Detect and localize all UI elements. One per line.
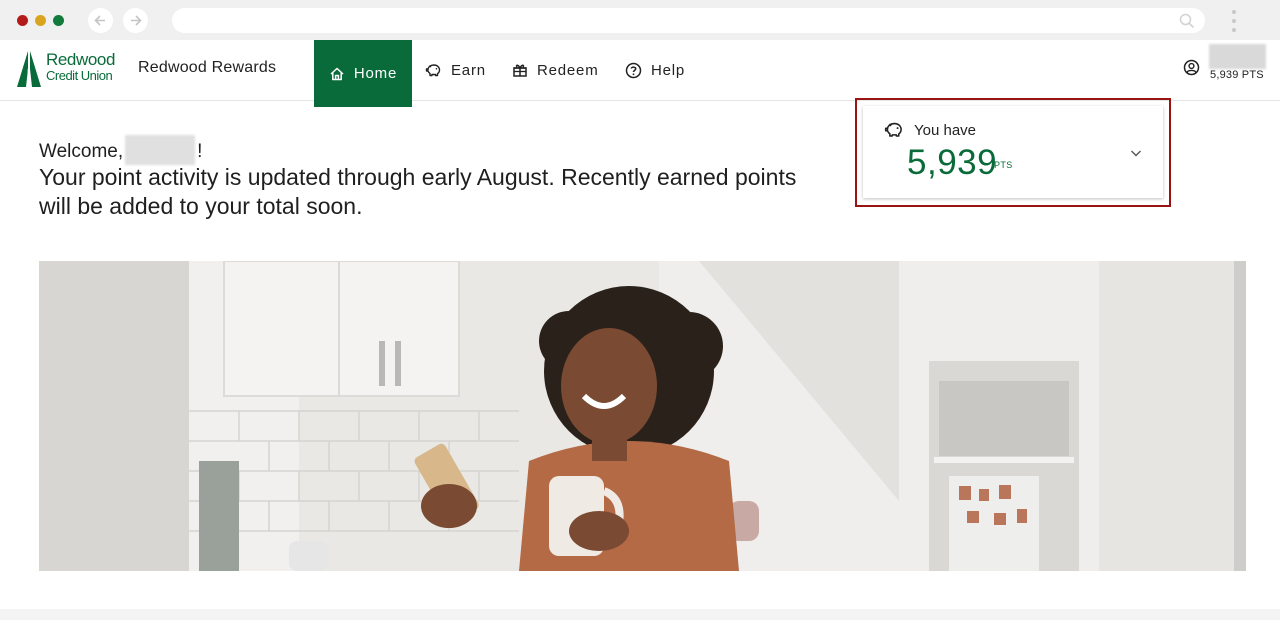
window-maximize-dot[interactable] [53, 15, 64, 26]
nav-home-label: Home [353, 65, 398, 82]
gift-icon [513, 64, 527, 77]
piggy-bank-icon [884, 122, 902, 137]
browser-forward-button[interactable] [123, 8, 148, 33]
hero-illustration [39, 261, 1246, 571]
home-icon [330, 67, 344, 80]
nav-help-label: Help [651, 61, 686, 79]
points-unit: PTS [994, 160, 1013, 170]
arrow-right-icon [131, 15, 142, 26]
browser-back-button[interactable] [88, 8, 113, 33]
address-bar[interactable] [172, 8, 1205, 33]
app-name: Redwood Rewards [138, 59, 277, 76]
welcome-greeting: Welcome,! [39, 135, 202, 165]
user-circle-icon[interactable] [1183, 59, 1200, 76]
redwood-logo[interactable]: Redwood Credit Union [16, 49, 126, 89]
welcome-suffix: ! [197, 141, 203, 162]
arrow-left-icon [94, 15, 105, 26]
chevron-down-icon[interactable] [1129, 146, 1143, 160]
activity-notice: Your point activity is updated through e… [39, 164, 797, 219]
nav-earn-label: Earn [451, 61, 486, 79]
piggy-bank-icon [425, 64, 441, 77]
nav-home[interactable]: Home [314, 40, 412, 107]
points-highlight-frame: You have 5,939 PTS [855, 98, 1171, 207]
window-close-dot[interactable] [17, 15, 28, 26]
browser-menu-icon[interactable] [1229, 8, 1239, 34]
points-value: 5,939 [907, 143, 998, 182]
logo-line1: Redwood [46, 50, 116, 69]
help-circle-icon [625, 62, 642, 78]
window-minimize-dot[interactable] [35, 15, 46, 26]
nav-redeem[interactable]: Redeem [512, 40, 599, 100]
nav-earn[interactable]: Earn [425, 40, 486, 100]
tree-logo-icon [17, 51, 41, 88]
search-icon[interactable] [1179, 13, 1195, 29]
points-summary-card[interactable]: You have 5,939 PTS [863, 106, 1163, 198]
points-label: You have [914, 122, 977, 139]
welcome-text: Welcome, [39, 141, 124, 162]
hero-photo [39, 261, 1246, 571]
page-footer-strip [0, 609, 1280, 620]
user-name-redacted[interactable] [1209, 44, 1266, 69]
browser-chrome [0, 0, 1280, 40]
nav-help[interactable]: Help [625, 40, 685, 100]
site-header: Redwood Credit Union Redwood Rewards Hom… [0, 40, 1280, 107]
nav-redeem-label: Redeem [537, 61, 599, 79]
logo-line2: Credit Union [46, 68, 113, 83]
member-name-redacted [125, 135, 196, 165]
user-points-balance: 5,939 PTS [1210, 69, 1264, 81]
